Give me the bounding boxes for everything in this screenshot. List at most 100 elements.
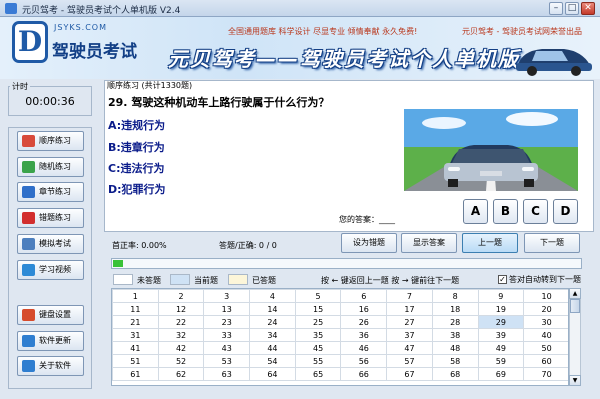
question-cell[interactable]: 58 bbox=[431, 354, 479, 368]
question-cell[interactable]: 53 bbox=[203, 354, 251, 368]
question-cell[interactable]: 8 bbox=[431, 289, 479, 303]
question-cell[interactable]: 39 bbox=[477, 328, 525, 342]
scroll-thumb[interactable] bbox=[570, 299, 580, 313]
question-cell[interactable]: 46 bbox=[340, 341, 388, 355]
question-cell[interactable]: 41 bbox=[112, 341, 159, 355]
nav-keyboard-button[interactable]: 键盘设置 bbox=[17, 305, 84, 325]
question-cell[interactable]: 13 bbox=[203, 302, 251, 316]
question-cell[interactable]: 23 bbox=[203, 315, 251, 329]
question-cell[interactable]: 34 bbox=[249, 328, 296, 342]
question-cell[interactable]: 66 bbox=[340, 367, 388, 381]
question-cell[interactable]: 64 bbox=[249, 367, 296, 381]
auto-next-checkbox[interactable]: ✓ 答对自动转到下一题 bbox=[498, 274, 581, 285]
question-cell[interactable]: 36 bbox=[340, 328, 388, 342]
nav-shuffle-button[interactable]: 随机练习 bbox=[17, 157, 84, 177]
option-b[interactable]: B:违章行为 bbox=[108, 139, 165, 155]
nav-book-button[interactable]: 章节练习 bbox=[17, 182, 84, 202]
question-cell[interactable]: 50 bbox=[523, 341, 568, 355]
question-cell[interactable]: 44 bbox=[249, 341, 296, 355]
question-cell[interactable]: 67 bbox=[386, 367, 433, 381]
question-cell[interactable]: 55 bbox=[294, 354, 342, 368]
question-cell[interactable]: 4 bbox=[249, 289, 296, 303]
question-cell[interactable]: 68 bbox=[431, 367, 479, 381]
question-cell[interactable]: 49 bbox=[477, 341, 525, 355]
question-cell[interactable]: 18 bbox=[431, 302, 479, 316]
question-cell[interactable]: 45 bbox=[294, 341, 342, 355]
question-cell[interactable]: 15 bbox=[294, 302, 342, 316]
maximize-button[interactable]: □ bbox=[565, 2, 579, 15]
question-cell[interactable]: 7 bbox=[386, 289, 433, 303]
question-cell[interactable]: 54 bbox=[249, 354, 296, 368]
nav-update-button[interactable]: 软件更新 bbox=[17, 331, 84, 351]
question-cell[interactable]: 38 bbox=[431, 328, 479, 342]
close-button[interactable]: ✕ bbox=[581, 2, 595, 15]
nav-info-button[interactable]: 关于软件 bbox=[17, 356, 84, 376]
prev-question-button[interactable]: 上一题 bbox=[462, 233, 518, 253]
question-cell[interactable]: 5 bbox=[294, 289, 342, 303]
minimize-button[interactable]: – bbox=[549, 2, 563, 15]
nav-pencil-button[interactable]: 顺序练习 bbox=[17, 131, 84, 151]
scroll-up-icon[interactable]: ▲ bbox=[569, 288, 581, 299]
question-cell[interactable]: 59 bbox=[477, 354, 525, 368]
question-cell[interactable]: 62 bbox=[157, 367, 205, 381]
question-cell[interactable]: 56 bbox=[340, 354, 388, 368]
question-cell[interactable]: 43 bbox=[203, 341, 251, 355]
question-cell[interactable]: 30 bbox=[523, 315, 568, 329]
question-cell[interactable]: 6 bbox=[340, 289, 388, 303]
question-cell[interactable]: 12 bbox=[157, 302, 205, 316]
legend-answered-label: 已答题 bbox=[252, 276, 276, 285]
question-cell[interactable]: 32 bbox=[157, 328, 205, 342]
answer-a-button[interactable]: A bbox=[463, 199, 488, 224]
question-cell[interactable]: 48 bbox=[431, 341, 479, 355]
question-cell[interactable]: 61 bbox=[112, 367, 159, 381]
question-cell[interactable]: 9 bbox=[477, 289, 525, 303]
question-cell[interactable]: 22 bbox=[157, 315, 205, 329]
question-cell[interactable]: 37 bbox=[386, 328, 433, 342]
question-cell[interactable]: 2 bbox=[157, 289, 205, 303]
question-cell[interactable]: 52 bbox=[157, 354, 205, 368]
question-cell[interactable]: 51 bbox=[112, 354, 159, 368]
nav-flag-button[interactable]: 错题练习 bbox=[17, 208, 84, 228]
question-cell[interactable]: 17 bbox=[386, 302, 433, 316]
question-cell[interactable]: 3 bbox=[203, 289, 251, 303]
option-a[interactable]: A:违规行为 bbox=[108, 117, 165, 133]
question-cell[interactable]: 24 bbox=[249, 315, 296, 329]
question-cell[interactable]: 57 bbox=[386, 354, 433, 368]
question-cell[interactable]: 47 bbox=[386, 341, 433, 355]
question-cell[interactable]: 20 bbox=[523, 302, 568, 316]
question-cell[interactable]: 27 bbox=[386, 315, 433, 329]
question-cell[interactable]: 42 bbox=[157, 341, 205, 355]
set-wrong-button[interactable]: 设为错题 bbox=[341, 233, 397, 253]
question-cell[interactable]: 29 bbox=[477, 315, 525, 329]
question-cell[interactable]: 10 bbox=[523, 289, 568, 303]
question-cell[interactable]: 11 bbox=[112, 302, 159, 316]
show-answer-button[interactable]: 显示答案 bbox=[401, 233, 457, 253]
question-cell[interactable]: 21 bbox=[112, 315, 159, 329]
question-cell[interactable]: 65 bbox=[294, 367, 342, 381]
question-cell[interactable]: 16 bbox=[340, 302, 388, 316]
question-cell[interactable]: 26 bbox=[340, 315, 388, 329]
question-cell[interactable]: 69 bbox=[477, 367, 525, 381]
answer-d-button[interactable]: D bbox=[553, 199, 578, 224]
question-cell[interactable]: 70 bbox=[523, 367, 568, 381]
question-cell[interactable]: 31 bbox=[112, 328, 159, 342]
question-cell[interactable]: 60 bbox=[523, 354, 568, 368]
answer-c-button[interactable]: C bbox=[523, 199, 548, 224]
option-d[interactable]: D:犯罪行为 bbox=[108, 181, 166, 197]
question-cell[interactable]: 14 bbox=[249, 302, 296, 316]
answer-b-button[interactable]: B bbox=[493, 199, 518, 224]
question-cell[interactable]: 28 bbox=[431, 315, 479, 329]
question-cell[interactable]: 40 bbox=[523, 328, 568, 342]
question-cell[interactable]: 63 bbox=[203, 367, 251, 381]
question-cell[interactable]: 25 bbox=[294, 315, 342, 329]
question-cell[interactable]: 19 bbox=[477, 302, 525, 316]
scroll-down-icon[interactable]: ▼ bbox=[569, 375, 581, 386]
nav-form-button[interactable]: 模拟考试 bbox=[17, 234, 84, 254]
next-question-button[interactable]: 下一题 bbox=[524, 233, 580, 253]
question-cell[interactable]: 35 bbox=[294, 328, 342, 342]
option-c[interactable]: C:违法行为 bbox=[108, 160, 164, 176]
question-cell[interactable]: 1 bbox=[112, 289, 159, 303]
nav-video-button[interactable]: 学习视频 bbox=[17, 260, 84, 280]
checkbox-icon[interactable]: ✓ bbox=[498, 275, 507, 284]
question-cell[interactable]: 33 bbox=[203, 328, 251, 342]
